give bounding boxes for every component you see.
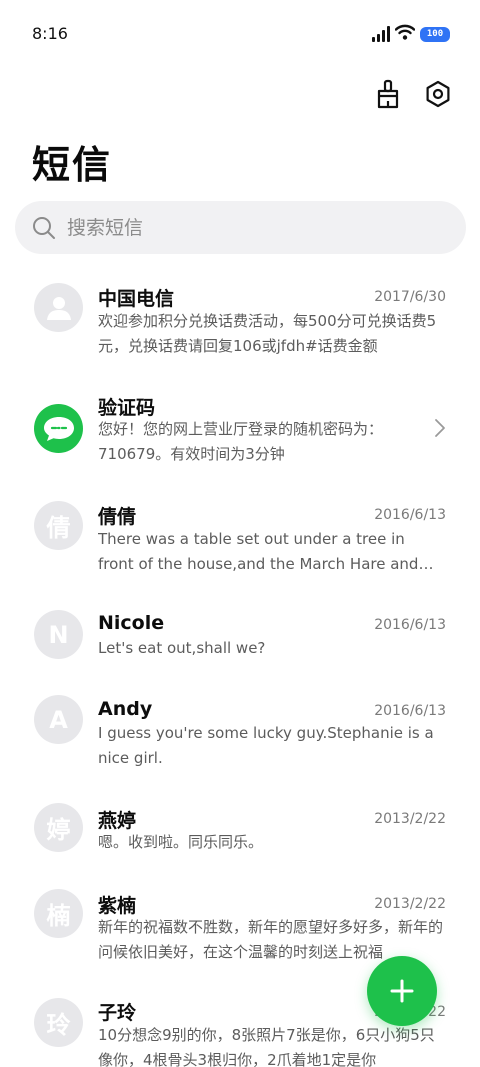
message-item[interactable]: 倩 倩倩 2016/6/13 There was a table set out… xyxy=(0,497,480,597)
contact-avatar: N xyxy=(34,610,83,659)
contact-name: 燕婷 xyxy=(98,810,137,832)
page-title: 短信 xyxy=(32,143,113,187)
contact-avatar xyxy=(34,404,83,453)
message-date: 2016/6/13 xyxy=(374,703,446,719)
message-date: 2013/2/22 xyxy=(374,811,446,827)
message-preview: 欢迎参加积分兑换话费活动，每500分可兑换话费5元，兑换话费请回复106或jfd… xyxy=(98,312,437,355)
signal-icon xyxy=(372,26,390,42)
message-date: 2013/2/22 xyxy=(374,896,446,912)
message-preview: 10分想念9别的你，8张照片7张是你，6只小狗5只像你，4根骨头3根归你，2爪着… xyxy=(98,1026,435,1067)
message-item[interactable]: 验证码 您好！您的网上营业厅登录的随机密码为：710679。有效时间为3分钟 xyxy=(0,388,480,488)
message-item[interactable]: N Nicole 2016/6/13 Let's eat out,shall w… xyxy=(0,607,480,687)
top-actions xyxy=(372,78,454,110)
message-preview: 您好！您的网上营业厅登录的随机密码为：710679。有效时间为3分钟 xyxy=(98,420,384,463)
contact-avatar: 玲 xyxy=(34,998,83,1047)
contact-avatar: 婷 xyxy=(34,803,83,852)
new-message-button[interactable] xyxy=(367,956,437,1026)
message-item[interactable]: 中国电信 2017/6/30 欢迎参加积分兑换话费活动，每500分可兑换话费5元… xyxy=(0,278,480,378)
contact-avatar xyxy=(34,283,83,332)
status-time: 8:16 xyxy=(32,24,68,43)
settings-icon[interactable] xyxy=(422,78,454,110)
chat-bubble-icon xyxy=(43,416,74,441)
battery-indicator: 100 xyxy=(420,26,450,42)
search-input[interactable] xyxy=(67,201,447,254)
message-date: 2016/6/13 xyxy=(374,507,446,523)
person-icon xyxy=(46,296,71,320)
message-preview: 嗯。收到啦。同乐同乐。 xyxy=(98,833,264,851)
search-bar[interactable] xyxy=(15,201,466,254)
contact-name: 中国电信 xyxy=(98,288,175,310)
contact-avatar: 楠 xyxy=(34,889,83,938)
plus-icon xyxy=(390,979,414,1003)
contact-name: Andy xyxy=(98,698,153,720)
chevron-right-icon[interactable] xyxy=(434,418,446,442)
screen: 8:16 100 短信 搜索短信 中国电信 2017/6/30 欢迎参加积分兑换… xyxy=(0,0,480,1067)
contact-avatar: A xyxy=(34,695,83,744)
message-preview: There was a table set out under a tree i… xyxy=(98,530,419,573)
wifi-icon xyxy=(394,24,416,44)
contact-name: 子玲 xyxy=(98,1002,137,1024)
message-item[interactable]: A Andy 2016/6/13 I guess you're some luc… xyxy=(0,693,480,793)
contact-name: 验证码 xyxy=(98,397,156,419)
message-preview: I guess you're some lucky guy.Stephanie … xyxy=(98,724,434,767)
contact-name: Nicole xyxy=(98,612,165,634)
contact-name: 紫楠 xyxy=(98,895,137,917)
contact-name: 倩倩 xyxy=(98,506,137,528)
message-date: 2017/6/30 xyxy=(374,289,446,305)
message-date: 2016/6/13 xyxy=(374,617,446,633)
broom-icon[interactable] xyxy=(372,78,404,110)
status-bar: 8:16 100 xyxy=(0,0,480,66)
status-icons: 100 xyxy=(372,24,450,44)
contact-avatar: 倩 xyxy=(34,501,83,550)
message-preview: Let's eat out,shall we? xyxy=(98,639,266,657)
message-item[interactable]: 婷 燕婷 2013/2/22 嗯。收到啦。同乐同乐。 xyxy=(0,801,480,881)
search-icon xyxy=(31,215,57,245)
